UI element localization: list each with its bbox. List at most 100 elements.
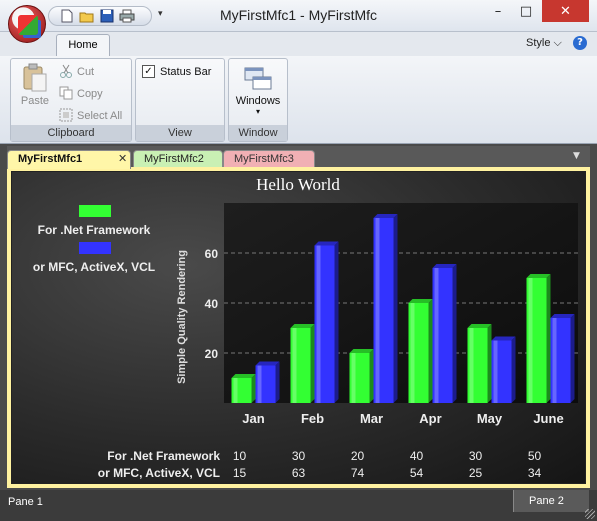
bar-side-face bbox=[570, 314, 575, 403]
status-pane-2: Pane 2 bbox=[513, 490, 589, 512]
bar-net-june bbox=[526, 274, 551, 403]
legend-swatch-net bbox=[79, 205, 111, 217]
bar-highlight bbox=[469, 328, 474, 403]
windows-button[interactable]: Windows ▾ bbox=[233, 63, 283, 116]
document-tab-myfirstmfc2[interactable]: MyFirstMfc2 bbox=[133, 150, 223, 168]
bar-side-face bbox=[546, 274, 551, 403]
close-tab-icon[interactable]: ✕ bbox=[118, 151, 127, 167]
copy-button[interactable]: Copy bbox=[59, 85, 103, 103]
tabs-dropdown-icon[interactable]: ▼ bbox=[573, 151, 580, 161]
chart-svg: 20 40 60 Jan Feb Mar Apr May June Hello World Si… bbox=[33, 175, 578, 480]
select-all-button[interactable]: Select All bbox=[59, 107, 122, 125]
bar-highlight bbox=[316, 245, 321, 403]
document-tab-label: MyFirstMfc2 bbox=[144, 153, 204, 165]
y-tick-label: 40 bbox=[205, 297, 219, 311]
bar-top-face bbox=[349, 349, 374, 353]
bar-side-face bbox=[275, 361, 280, 403]
bar-mfc-jan bbox=[255, 361, 280, 403]
data-table-cell: 20 bbox=[351, 449, 365, 463]
bar-highlight bbox=[434, 268, 439, 403]
document-tab-myfirstmfc3[interactable]: MyFirstMfc3 bbox=[223, 150, 315, 168]
bar-top-face bbox=[255, 361, 280, 366]
document-tab-bar: MyFirstMfc1 ✕ MyFirstMfc2 MyFirstMfc3 ▼ bbox=[7, 146, 590, 169]
ribbon-tab-bar: Home Style ⌵ ? bbox=[0, 32, 597, 56]
paste-button[interactable]: Paste bbox=[15, 63, 55, 107]
status-bar: Pane 1 Pane 2 bbox=[0, 490, 597, 521]
bar-highlight bbox=[410, 303, 415, 403]
bar-mfc-may bbox=[491, 336, 516, 403]
bar-side-face bbox=[428, 299, 433, 403]
bar-top-face bbox=[432, 264, 457, 268]
bar-net-apr bbox=[408, 299, 433, 403]
bar-net-feb bbox=[290, 324, 315, 403]
bar-top-face bbox=[290, 324, 315, 328]
paste-icon bbox=[22, 63, 48, 93]
data-table-cell: 15 bbox=[233, 466, 247, 480]
bar-side-face bbox=[310, 324, 315, 403]
cut-label: Cut bbox=[77, 66, 95, 78]
data-table-cell: 30 bbox=[292, 449, 306, 463]
bar-net-mar bbox=[349, 349, 374, 403]
status-bar-label: Status Bar bbox=[160, 65, 212, 78]
window-group-label: Window bbox=[229, 125, 287, 141]
bar-top-face bbox=[467, 324, 492, 328]
bar-top-face bbox=[550, 314, 575, 318]
bar-top-face bbox=[314, 241, 339, 246]
bar-mfc-feb bbox=[314, 241, 339, 403]
application-button[interactable] bbox=[8, 5, 46, 43]
view-group: ✓ Status Bar View bbox=[135, 58, 225, 142]
style-menu[interactable]: Style ⌵ bbox=[526, 37, 562, 50]
data-table-cell: 63 bbox=[292, 466, 306, 480]
bar-side-face bbox=[369, 349, 374, 403]
document-tab-myfirstmfc1[interactable]: MyFirstMfc1 ✕ bbox=[7, 150, 131, 169]
legend-label-net: For .Net Framework bbox=[38, 223, 151, 237]
bar-mfc-apr bbox=[432, 264, 457, 403]
data-table-cell: 30 bbox=[469, 449, 483, 463]
bar-side-face bbox=[393, 214, 398, 403]
close-button[interactable]: ✕ bbox=[542, 0, 589, 22]
x-tick-label: Feb bbox=[301, 411, 324, 426]
bar-side-face bbox=[487, 324, 492, 403]
y-tick-label: 60 bbox=[205, 247, 219, 261]
clipboard-group: Paste Cut Copy Select All Clipboard bbox=[10, 58, 132, 142]
resize-grip-icon[interactable] bbox=[585, 509, 595, 519]
bar-side-face bbox=[334, 241, 339, 403]
data-table-cell: 54 bbox=[410, 466, 424, 480]
maximize-button[interactable]: □ bbox=[512, 0, 540, 22]
bar-highlight bbox=[552, 318, 557, 403]
status-pane-1: Pane 1 bbox=[8, 496, 43, 508]
windows-icon bbox=[233, 63, 283, 95]
bar-top-face bbox=[408, 299, 433, 303]
tab-home[interactable]: Home bbox=[56, 34, 110, 56]
help-icon[interactable]: ? bbox=[573, 36, 587, 50]
paste-label: Paste bbox=[20, 95, 50, 107]
document-tab-label: MyFirstMfc1 bbox=[18, 153, 83, 165]
view-group-label: View bbox=[136, 125, 224, 141]
select-all-label: Select All bbox=[77, 110, 123, 122]
x-tick-label: Jan bbox=[242, 411, 264, 426]
cut-button[interactable]: Cut bbox=[59, 63, 94, 81]
bar-side-face bbox=[511, 336, 516, 403]
bar-highlight bbox=[292, 328, 297, 403]
x-tick-label: Mar bbox=[360, 411, 383, 426]
data-table-row-label-mfc: or MFC, ActiveX, VCL bbox=[98, 466, 220, 480]
select-all-icon bbox=[59, 108, 73, 125]
status-bar-checkbox[interactable]: ✓ Status Bar bbox=[142, 65, 211, 78]
minimize-button[interactable]: – bbox=[484, 0, 512, 22]
bar-highlight bbox=[351, 353, 356, 403]
checkbox-checked-icon: ✓ bbox=[142, 65, 155, 78]
chart-title: Hello World bbox=[256, 175, 340, 194]
legend-swatch-mfc bbox=[79, 242, 111, 254]
bar-highlight bbox=[493, 340, 498, 403]
data-table-cell: 40 bbox=[410, 449, 424, 463]
bar-top-face bbox=[231, 374, 256, 378]
bar-mfc-mar bbox=[373, 214, 398, 403]
chart-view: 20 40 60 Jan Feb Mar Apr May June Hello World Si… bbox=[11, 171, 586, 484]
ribbon-panel: Paste Cut Copy Select All Clipboard ✓ St… bbox=[0, 56, 597, 144]
data-table-cell: 74 bbox=[351, 466, 365, 480]
bar-side-face bbox=[251, 374, 256, 403]
bar-net-may bbox=[467, 324, 492, 403]
clipboard-group-label: Clipboard bbox=[11, 125, 131, 141]
window-group: Windows ▾ Window bbox=[228, 58, 288, 142]
document-frame: 20 40 60 Jan Feb Mar Apr May June Hello World Si… bbox=[7, 167, 590, 488]
